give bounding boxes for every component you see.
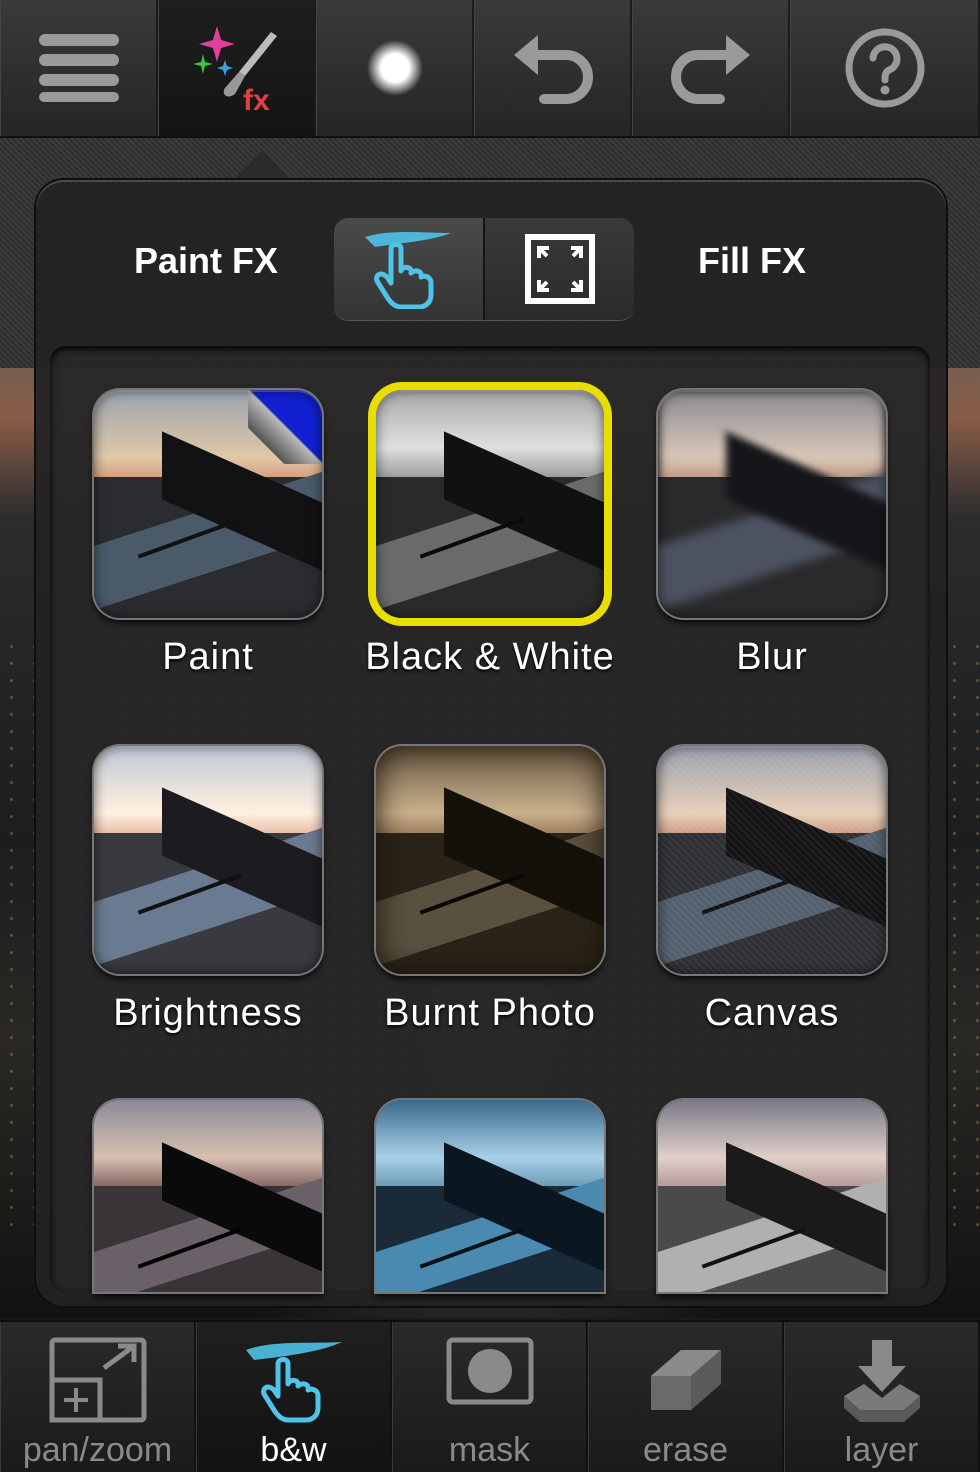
pan-zoom-label: pan/zoom xyxy=(22,1431,173,1469)
help-icon xyxy=(845,28,924,108)
effect-tile-paint[interactable] xyxy=(94,390,322,618)
help-button[interactable] xyxy=(790,0,980,136)
effect-tile-posterize[interactable] xyxy=(94,1100,322,1292)
fx-mode-segment xyxy=(334,218,634,320)
effect-tile-cool[interactable] xyxy=(376,1100,604,1292)
mask-button[interactable]: mask xyxy=(392,1322,588,1472)
bw-label: b&w xyxy=(260,1431,327,1469)
fx-button[interactable]: fx xyxy=(158,0,316,136)
effect-tile-black-white[interactable] xyxy=(376,390,604,618)
eraser-icon xyxy=(650,1350,721,1410)
fx-brush-icon: fx xyxy=(192,26,277,116)
redo-button[interactable] xyxy=(632,0,790,136)
brush-size-icon xyxy=(366,40,423,96)
pan-zoom-button[interactable]: pan/zoom xyxy=(0,1322,196,1472)
bw-button[interactable]: b&w xyxy=(196,1322,392,1472)
effect-tile-blur[interactable] xyxy=(658,390,886,618)
top-toolbar: fx xyxy=(0,0,980,138)
layer-download-icon xyxy=(843,1340,920,1422)
effect-label: Canvas xyxy=(704,992,840,1034)
effect-label: Black & White xyxy=(365,636,615,678)
fill-fx-label[interactable]: Fill FX xyxy=(698,240,806,282)
fx-label: fx xyxy=(243,84,270,116)
paint-fx-label[interactable]: Paint FX xyxy=(134,240,278,282)
menu-icon xyxy=(38,34,119,102)
effect-tile-sketch[interactable] xyxy=(658,1100,886,1292)
erase-label: erase xyxy=(642,1431,729,1469)
effect-label: Paint xyxy=(162,636,254,678)
effect-tile-burnt-photo[interactable] xyxy=(376,746,604,974)
bottom-toolbar: pan/zoom b&w mask erase layer xyxy=(0,1320,980,1472)
layer-label: layer xyxy=(844,1431,919,1469)
paint-fx-option[interactable] xyxy=(334,218,483,320)
layer-button[interactable]: layer xyxy=(784,1322,980,1472)
fullscreen-fill-icon xyxy=(524,234,595,304)
mask-label: mask xyxy=(448,1431,531,1469)
popover-arrow xyxy=(232,150,292,182)
effect-tile-canvas[interactable] xyxy=(658,746,886,974)
pan-zoom-icon xyxy=(49,1337,146,1423)
mask-icon xyxy=(446,1337,533,1405)
undo-icon xyxy=(513,35,593,104)
erase-button[interactable]: erase xyxy=(588,1322,784,1472)
effect-label: Brightness xyxy=(113,992,303,1034)
undo-button[interactable] xyxy=(474,0,632,136)
hand-brush-icon xyxy=(364,232,451,309)
brush-size-button[interactable] xyxy=(316,0,474,136)
menu-button[interactable] xyxy=(0,0,158,136)
effect-tile-brightness[interactable] xyxy=(94,746,322,974)
hand-brush-icon xyxy=(245,1342,342,1423)
fill-fx-option[interactable] xyxy=(483,218,634,320)
effect-label: Blur xyxy=(736,636,808,678)
effect-label: Burnt Photo xyxy=(384,992,596,1034)
redo-icon xyxy=(670,35,750,104)
